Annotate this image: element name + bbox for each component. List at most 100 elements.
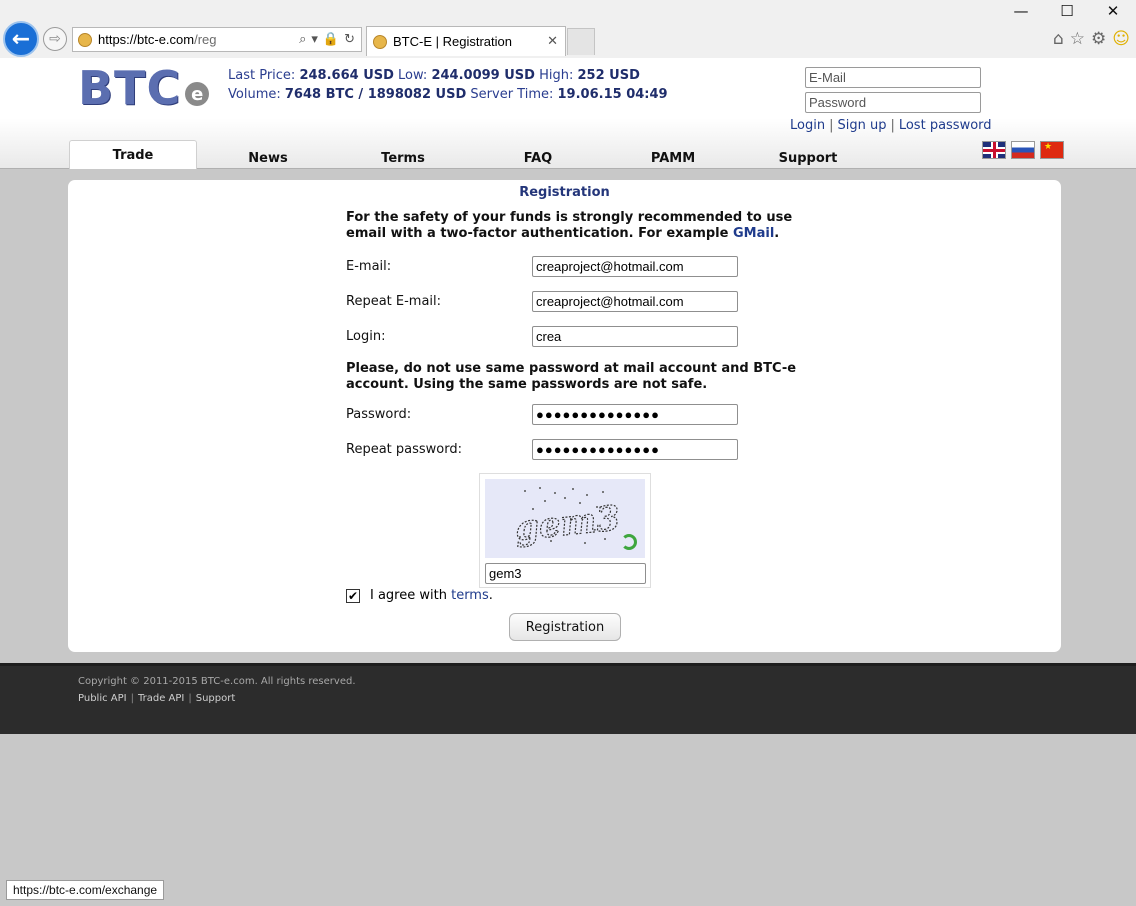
agree-text: I agree with <box>370 588 447 603</box>
repeat-email-field[interactable] <box>532 290 738 312</box>
browser-chrome: — ☐ ✕ ← ⇨ https://btc-e.com/reg ⌕ ▾ 🔒 ↻ … <box>0 0 1136 58</box>
ticker-row-1: Last Price: 248.664 USD Low: 244.0099 US… <box>228 66 668 85</box>
status-bar-url: https://btc-e.com/exchange <box>6 880 165 900</box>
server-time-value: 19.06.15 04:49 <box>557 87 668 102</box>
ticker-row-2: Volume: 7648 BTC / 1898082 USD Server Ti… <box>228 85 668 104</box>
url-host: https://btc-e.com <box>98 32 195 47</box>
link-separator: | <box>890 118 895 133</box>
security-notice: For the safety of your funds is strongly… <box>346 210 806 242</box>
nav-trade[interactable]: Trade <box>69 140 197 169</box>
maximize-button[interactable]: ☐ <box>1044 0 1090 22</box>
signup-link[interactable]: Sign up <box>837 118 886 133</box>
footer-link-trade-api[interactable]: Trade API <box>138 693 184 704</box>
footer-separator: | <box>130 693 134 704</box>
tab-title: BTC-E | Registration <box>393 34 512 49</box>
email-row: E-mail: <box>346 255 806 277</box>
lock-icon[interactable]: 🔒 <box>323 32 339 47</box>
captcha-box: gem3 <box>479 473 651 588</box>
site-header: BTC e Last Price: 248.664 USD Low: 244.0… <box>0 58 1136 169</box>
forward-arrow-icon: ⇨ <box>49 31 61 47</box>
footer-link-public-api[interactable]: Public API <box>78 693 127 704</box>
address-bar[interactable]: https://btc-e.com/reg ⌕ ▾ 🔒 ↻ <box>72 27 362 52</box>
nav-support[interactable]: Support <box>758 140 858 169</box>
last-price-label: Last Price: <box>228 68 296 83</box>
favorites-star-icon[interactable]: ☆ <box>1070 29 1085 49</box>
volume-value: 7648 BTC / 1898082 USD <box>284 87 467 102</box>
back-arrow-icon: ← <box>11 26 31 52</box>
repeat-password-row: Repeat password: <box>346 438 806 460</box>
captcha-noise-graphic: gem3 <box>513 487 622 550</box>
search-icon[interactable]: ⌕ <box>299 32 306 47</box>
login-links: Login | Sign up | Lost password <box>790 118 992 133</box>
terms-checkbox[interactable]: ✔ <box>346 588 360 603</box>
main-nav: Trade News Terms FAQ PAMM Support <box>0 140 1136 169</box>
close-window-button[interactable]: ✕ <box>1090 0 1136 22</box>
new-tab-button[interactable] <box>567 28 595 55</box>
feedback-smiley-icon[interactable]: ☺ <box>1112 29 1130 49</box>
terms-link[interactable]: terms <box>451 588 489 603</box>
captcha-refresh-icon[interactable] <box>621 534 637 550</box>
price-ticker: Last Price: 248.664 USD Low: 244.0099 US… <box>228 66 668 104</box>
repeat-password-label: Repeat password: <box>346 441 462 457</box>
captcha-field[interactable] <box>485 563 646 584</box>
low-value: 244.0099 USD <box>431 68 535 83</box>
forward-button[interactable]: ⇨ <box>43 27 67 51</box>
header-login-form <box>805 67 981 117</box>
footer-links: Public API | Trade API | Support <box>78 693 235 704</box>
registration-submit-button[interactable]: Registration <box>509 613 621 641</box>
address-tools: ⌕ ▾ 🔒 ↻ <box>299 32 361 47</box>
password-label: Password: <box>346 406 412 422</box>
lost-password-link[interactable]: Lost password <box>899 118 992 133</box>
copyright-text: Copyright © 2011-2015 BTC-e.com. All rig… <box>78 676 356 687</box>
email-field[interactable] <box>532 255 738 277</box>
security-notice-text: For the safety of your funds is strongly… <box>346 210 793 241</box>
password-field[interactable] <box>532 403 738 425</box>
tab-favicon-icon <box>373 34 387 49</box>
low-label: Low: <box>398 68 428 83</box>
login-link[interactable]: Login <box>790 118 825 133</box>
last-price-value: 248.664 USD <box>299 68 394 83</box>
site-footer: Copyright © 2011-2015 BTC-e.com. All rig… <box>0 663 1136 734</box>
captcha-image: gem3 <box>485 479 645 558</box>
settings-gear-icon[interactable]: ⚙ <box>1091 29 1106 49</box>
high-label: High: <box>539 68 574 83</box>
dropdown-icon[interactable]: ▾ <box>311 32 318 47</box>
server-time-label: Server Time: <box>470 87 554 102</box>
volume-label: Volume: <box>228 87 281 102</box>
captcha-text: gem3 <box>513 498 622 549</box>
nav-news[interactable]: News <box>218 140 318 169</box>
home-icon[interactable]: ⌂ <box>1053 29 1064 49</box>
password-notice: Please, do not use same password at mail… <box>346 361 797 392</box>
nav-faq[interactable]: FAQ <box>488 140 588 169</box>
logo-e-badge: e <box>185 82 210 106</box>
agree-period: . <box>488 588 493 603</box>
browser-tools: ⌂ ☆ ⚙ ☺ <box>1053 29 1130 49</box>
link-separator: | <box>829 118 834 133</box>
terms-agreement: ✔ I agree with terms. <box>346 588 493 603</box>
nav-terms[interactable]: Terms <box>353 140 453 169</box>
tab-registration[interactable]: BTC-E | Registration ✕ <box>366 26 566 56</box>
logo-text: BTC <box>78 61 182 115</box>
refresh-icon[interactable]: ↻ <box>344 32 355 47</box>
minimize-button[interactable]: — <box>998 0 1044 22</box>
header-password-input[interactable] <box>805 92 981 113</box>
btce-logo[interactable]: BTC e <box>78 61 210 115</box>
header-email-input[interactable] <box>805 67 981 88</box>
login-label: Login: <box>346 328 386 344</box>
back-button[interactable]: ← <box>3 21 39 57</box>
repeat-email-label: Repeat E-mail: <box>346 293 442 309</box>
login-field[interactable] <box>532 325 738 347</box>
repeat-password-field[interactable] <box>532 438 738 460</box>
window-controls: — ☐ ✕ <box>998 0 1136 22</box>
registration-panel: Registration For the safety of your fund… <box>68 180 1061 652</box>
password-row: Password: <box>346 403 806 425</box>
login-row: Login: <box>346 325 806 347</box>
nav-pamm[interactable]: PAMM <box>623 140 723 169</box>
email-label: E-mail: <box>346 258 392 274</box>
footer-link-support[interactable]: Support <box>196 693 236 704</box>
url-path: /reg <box>194 32 217 47</box>
gmail-link[interactable]: GMail <box>733 226 774 241</box>
footer-separator: | <box>188 693 192 704</box>
tab-close-icon[interactable]: ✕ <box>547 34 558 49</box>
address-url[interactable]: https://btc-e.com/reg <box>98 32 299 47</box>
